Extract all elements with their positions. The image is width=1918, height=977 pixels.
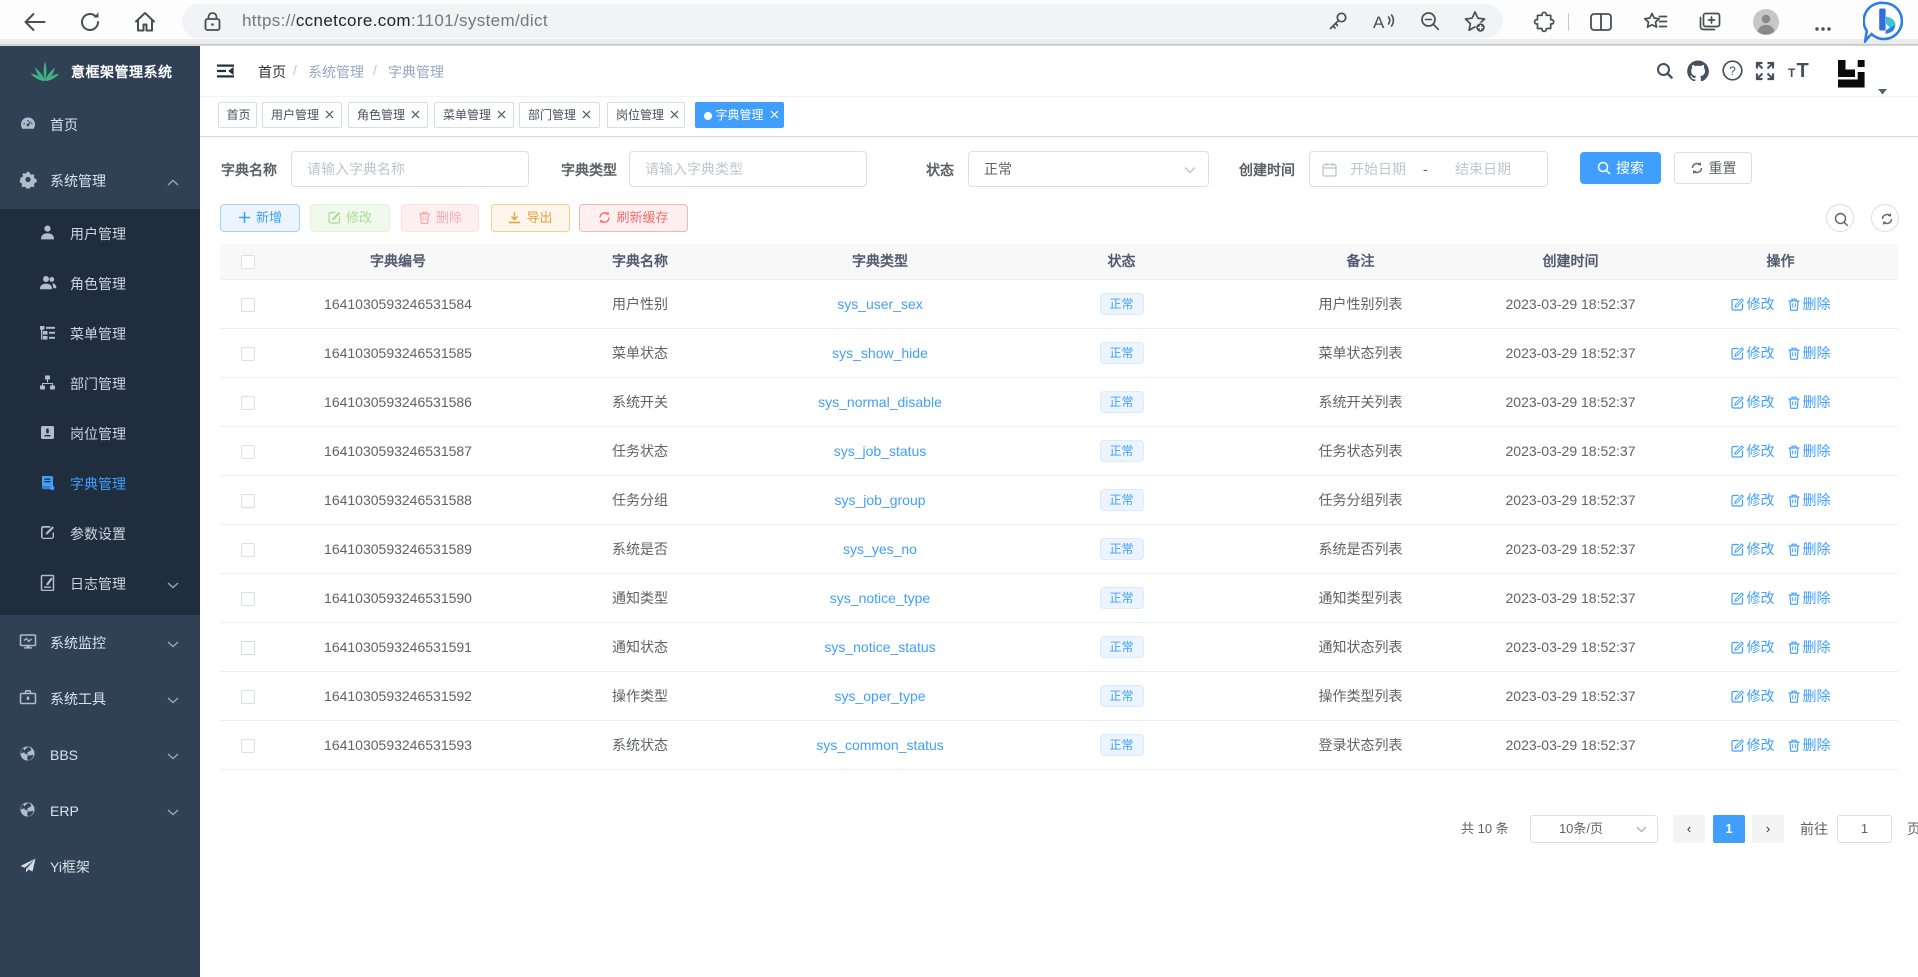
svg-text:T: T: [1797, 61, 1809, 79]
svg-text:T: T: [1788, 66, 1796, 79]
svg-text:A: A: [1373, 13, 1385, 32]
svg-text:?: ?: [1729, 64, 1736, 78]
